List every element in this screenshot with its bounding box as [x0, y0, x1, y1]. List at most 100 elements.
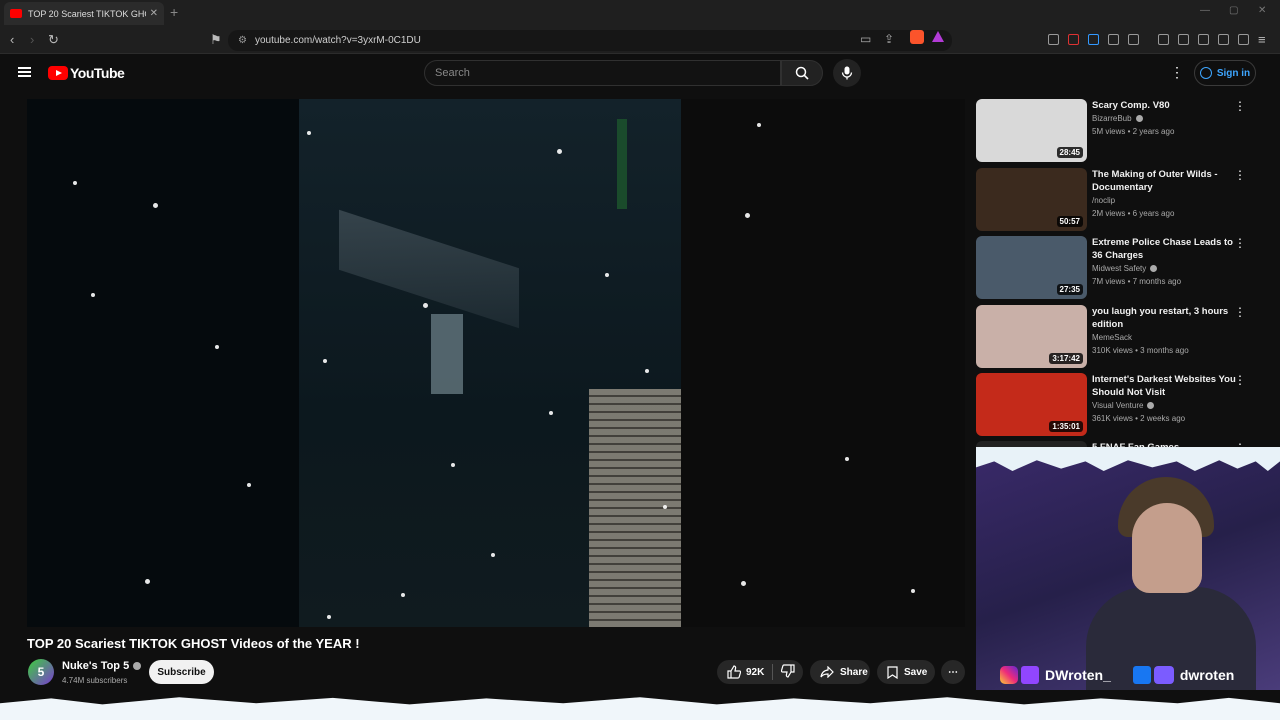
- cast-icon[interactable]: ▭: [860, 32, 871, 46]
- recommendation-channel[interactable]: MemeSack: [1092, 333, 1132, 342]
- microphone-icon: [841, 66, 853, 80]
- youtube-logo[interactable]: YouTube: [48, 65, 125, 81]
- menu-icon[interactable]: [18, 67, 31, 77]
- recommendation-thumbnail[interactable]: 27:35: [976, 236, 1087, 299]
- like-divider: [772, 664, 774, 680]
- more-vertical-icon[interactable]: ⋮: [1234, 305, 1246, 319]
- recommendation-meta: 5M views • 2 years ago: [1092, 127, 1174, 136]
- recommendation-channel[interactable]: BizarreBub: [1092, 114, 1143, 123]
- recommendation-item[interactable]: 28:45 Scary Comp. V80 BizarreBub 5M views •…: [976, 99, 1266, 162]
- search-input[interactable]: [435, 67, 780, 79]
- snowflake: [73, 181, 77, 185]
- new-tab-icon[interactable]: +: [170, 4, 178, 20]
- browser-tab[interactable]: TOP 20 Scariest TIKTOK GHOST ✕: [4, 2, 164, 25]
- more-vertical-icon[interactable]: ⋮: [1170, 64, 1184, 81]
- reload-icon[interactable]: ↻: [48, 32, 59, 48]
- like-button[interactable]: 92K: [727, 665, 764, 679]
- video-neon-sign: [617, 119, 627, 209]
- maximize-icon[interactable]: ▢: [1229, 5, 1238, 16]
- video-awning: [339, 209, 519, 329]
- channel-name[interactable]: Nuke's Top 5: [62, 660, 142, 672]
- sign-in-label: Sign in: [1216, 67, 1251, 79]
- save-button[interactable]: Save: [877, 660, 935, 684]
- forward-icon[interactable]: ›: [30, 32, 34, 47]
- recommendation-channel[interactable]: Midwest Safety: [1092, 264, 1158, 273]
- sign-in-button[interactable]: Sign in: [1194, 60, 1256, 86]
- close-icon[interactable]: ✕: [150, 8, 158, 19]
- subscribe-button[interactable]: Subscribe: [149, 660, 214, 684]
- recommendation-channel-name: /noclip: [1092, 196, 1116, 205]
- extension-icon[interactable]: [1048, 34, 1059, 45]
- view-count: 310K views: [1092, 346, 1133, 355]
- channel-avatar[interactable]: 5: [28, 659, 54, 685]
- voice-search-button[interactable]: [833, 59, 861, 87]
- video-player[interactable]: [27, 99, 965, 627]
- share-page-icon[interactable]: ⇪: [884, 32, 894, 46]
- video-duration: 28:45: [1056, 147, 1083, 158]
- recommendation-title[interactable]: The Making of Outer Wilds - Documentary: [1092, 168, 1240, 194]
- bookmark-page-icon[interactable]: ⚑: [210, 32, 222, 48]
- snowflake: [247, 483, 251, 487]
- brave-shields-icon[interactable]: [910, 30, 924, 44]
- video-duration: 1:35:01: [1049, 421, 1083, 432]
- twitch-icon: [1021, 666, 1039, 684]
- address-bar[interactable]: ⚙ youtube.com/watch?v=3yxrM-0C1DU ▭ ⇪: [228, 30, 952, 51]
- browser-menu-icon[interactable]: ≡: [1258, 32, 1266, 47]
- more-vertical-icon[interactable]: ⋮: [1234, 373, 1246, 387]
- recommendation-title[interactable]: Extreme Police Chase Leads to 36 Charges: [1092, 236, 1240, 262]
- recommendation-channel-name: Midwest Safety: [1092, 264, 1147, 273]
- extension-icon[interactable]: [1128, 34, 1139, 45]
- media-icon[interactable]: [1158, 34, 1169, 45]
- back-icon[interactable]: ‹: [10, 32, 14, 47]
- more-vertical-icon[interactable]: ⋮: [1234, 99, 1246, 113]
- extension-icon[interactable]: [1068, 34, 1079, 45]
- brave-rewards-icon[interactable]: [932, 31, 944, 42]
- snowflake: [323, 359, 327, 363]
- dislike-button[interactable]: [781, 663, 795, 681]
- more-horizontal-icon: ⋯: [948, 666, 958, 678]
- more-actions-button[interactable]: ⋯: [941, 660, 965, 684]
- meta-separator: •: [1125, 209, 1133, 218]
- video-duration: 50:57: [1056, 216, 1083, 227]
- recommendation-meta: 361K views • 2 weeks ago: [1092, 414, 1185, 423]
- recommendation-channel-name: Visual Venture: [1092, 401, 1144, 410]
- verified-icon: [1147, 402, 1155, 410]
- sidebar-icon[interactable]: [1178, 34, 1189, 45]
- recommendation-title[interactable]: Internet's Darkest Websites You Should N…: [1092, 373, 1240, 399]
- snowflake: [557, 149, 562, 154]
- player-letterbox-left: [27, 99, 299, 627]
- snow-border-bottom: [0, 697, 1280, 720]
- recommendation-thumbnail[interactable]: 28:45: [976, 99, 1087, 162]
- player-letterbox-right: [681, 99, 965, 627]
- recommendation-item[interactable]: 3:17:42 you laugh you restart, 3 hours ed…: [976, 305, 1266, 368]
- recommendation-item[interactable]: 1:35:01 Internet's Darkest Websites You S…: [976, 373, 1266, 436]
- upload-age: 2 weeks ago: [1140, 414, 1186, 423]
- webcam-icicle-border: [976, 447, 1280, 471]
- leo-ai-icon[interactable]: [1218, 34, 1229, 45]
- recommendation-title[interactable]: Scary Comp. V80: [1092, 99, 1240, 112]
- share-button[interactable]: Share: [810, 660, 870, 684]
- recommendation-thumbnail[interactable]: 1:35:01: [976, 373, 1087, 436]
- snowflake: [741, 581, 746, 586]
- recommendation-item[interactable]: 27:35 Extreme Police Chase Leads to 36 Ch…: [976, 236, 1266, 299]
- site-settings-icon[interactable]: ⚙: [238, 35, 247, 46]
- recommendation-item[interactable]: 50:57 The Making of Outer Wilds - Documen…: [976, 168, 1266, 231]
- window-close-icon[interactable]: ✕: [1258, 5, 1266, 16]
- recommendation-thumbnail[interactable]: 50:57: [976, 168, 1087, 231]
- recommendation-channel[interactable]: /noclip: [1092, 196, 1115, 205]
- more-vertical-icon[interactable]: ⋮: [1234, 236, 1246, 250]
- extensions-puzzle-icon[interactable]: [1108, 34, 1119, 45]
- recommendation-thumbnail[interactable]: 3:17:42: [976, 305, 1087, 368]
- snowflake: [327, 615, 331, 619]
- wallet-icon[interactable]: [1198, 34, 1209, 45]
- search-button[interactable]: [781, 60, 823, 86]
- minimize-icon[interactable]: —: [1200, 5, 1210, 16]
- more-vertical-icon[interactable]: ⋮: [1234, 168, 1246, 182]
- vpn-icon[interactable]: [1238, 34, 1249, 45]
- recommendation-channel[interactable]: Visual Venture: [1092, 401, 1155, 410]
- recommendation-title[interactable]: you laugh you restart, 3 hours edition: [1092, 305, 1240, 331]
- subscriber-count: 4.74M subscribers: [62, 676, 128, 685]
- meta-separator: •: [1125, 127, 1133, 136]
- extension-icon[interactable]: [1088, 34, 1099, 45]
- video-duration: 27:35: [1056, 284, 1083, 295]
